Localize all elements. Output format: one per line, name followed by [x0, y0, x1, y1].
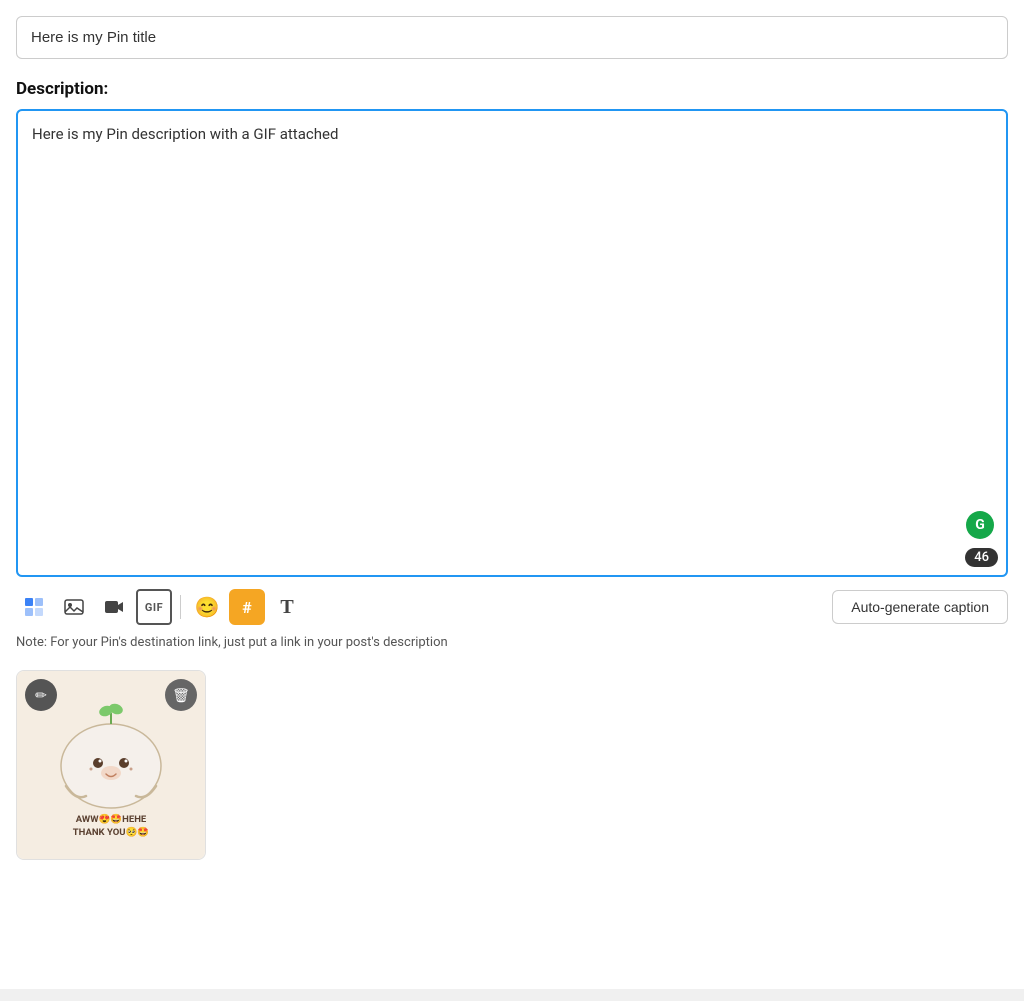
gif-preview-actions: ✏ 🗑 [17, 679, 205, 711]
char-count-badge: 46 [965, 548, 998, 567]
text-format-icon[interactable]: T [269, 589, 305, 625]
auto-generate-button[interactable]: Auto-generate caption [832, 590, 1008, 624]
pencil-icon: ✏ [35, 687, 47, 704]
media-grid-icon[interactable] [16, 589, 52, 625]
description-textarea[interactable]: Here is my Pin description with a GIF at… [18, 111, 1006, 571]
delete-gif-button[interactable]: 🗑 [165, 679, 197, 711]
gif-icon[interactable]: GIF [136, 589, 172, 625]
hashtag-icon[interactable]: # [229, 589, 265, 625]
video-icon[interactable] [96, 589, 132, 625]
title-input[interactable] [16, 16, 1008, 59]
gif-text: AWW😍🤩HEHE THANK YOU🥺🤩 [73, 813, 149, 840]
toolbar-divider [180, 595, 181, 619]
toolbar: GIF 😊 # T Auto-generate caption [16, 589, 1008, 625]
edit-gif-button[interactable]: ✏ [25, 679, 57, 711]
description-wrapper: Here is my Pin description with a GIF at… [16, 109, 1008, 577]
grammarly-icon[interactable]: G [966, 511, 994, 539]
bottom-bar [0, 989, 1024, 1001]
emoji-icon[interactable]: 😊 [189, 589, 225, 625]
title-section [16, 16, 1008, 59]
gif-preview: ✏ 🗑 [16, 670, 206, 860]
destination-link-note: Note: For your Pin's destination link, j… [16, 635, 1008, 650]
image-icon[interactable] [56, 589, 92, 625]
toolbar-left: GIF 😊 # T [16, 589, 305, 625]
trash-icon: 🗑 [172, 687, 190, 704]
description-label: Description: [16, 79, 1008, 99]
